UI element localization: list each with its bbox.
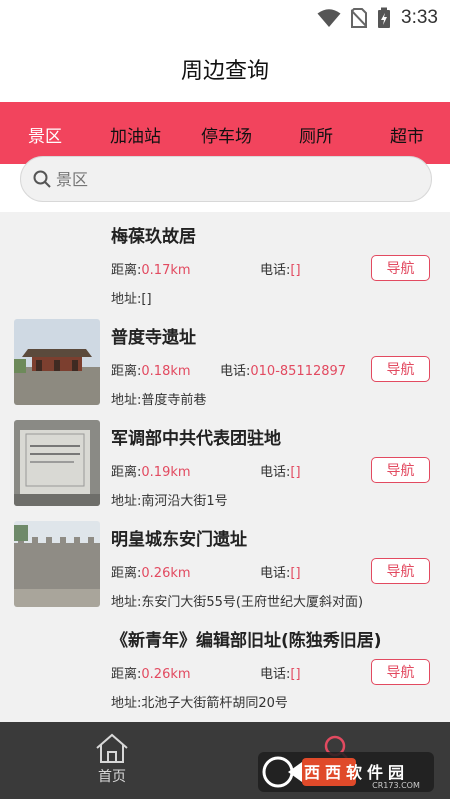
item-name: 《新青年》编辑部旧址(陈独秀旧居) [111, 631, 382, 651]
navigate-button[interactable]: 导航 [371, 356, 430, 382]
navigate-button[interactable]: 导航 [371, 457, 430, 483]
tab-gas-station[interactable]: 加油站 [110, 122, 161, 147]
svg-text:西西软件园: 西西软件园 [304, 763, 404, 782]
navigate-button[interactable]: 导航 [371, 255, 430, 281]
home-tab-label: 首页 [98, 769, 126, 785]
item-address: 地址:北池子大街箭杆胡同20号 [111, 696, 288, 711]
svg-text:CR173.COM: CR173.COM [372, 781, 420, 790]
tab-toilet[interactable]: 厕所 [299, 122, 333, 147]
item-phone: 电话:[] [260, 263, 301, 278]
item-distance: 距离:0.26km [111, 566, 191, 581]
battery-charging-icon [378, 7, 391, 28]
watermark-logo: 西西软件园 CR173.COM [258, 752, 434, 792]
category-tab-bar: 景区 加油站 停车场 厕所 超市 [0, 102, 450, 164]
list-item[interactable]: 军调部中共代表团驻地 距离:0.19km 电话:[] 导航 地址:南河沿大街1号 [0, 414, 450, 514]
status-time: 3:33 [401, 7, 438, 28]
item-name: 梅葆玖故居 [111, 227, 196, 247]
search-input[interactable] [56, 169, 396, 189]
list-item[interactable]: 梅葆玖故居 距离:0.17km 电话:[] 导航 地址:[] [0, 212, 450, 312]
list-item[interactable]: 《新青年》编辑部旧址(陈独秀旧居) 距离:0.26km 电话:[] 导航 地址:… [0, 616, 450, 716]
list-item[interactable]: 普度寺遗址 距离:0.18km 电话:010-85112897 导航 地址:普度… [0, 313, 450, 413]
page-title: 周边查询 [180, 59, 269, 84]
item-distance: 距离:0.18km [111, 364, 191, 379]
tab-scenic[interactable]: 景区 [28, 122, 62, 147]
item-address: 地址:普度寺前巷 [111, 393, 207, 408]
item-name: 明皇城东安门遗址 [111, 530, 247, 550]
item-phone: 电话:[] [260, 667, 301, 682]
item-distance: 距离:0.26km [111, 667, 191, 682]
item-name: 普度寺遗址 [111, 328, 196, 348]
city-wall-photo [14, 521, 100, 607]
no-sim-icon [351, 8, 368, 28]
stone-tablet-photo [14, 420, 100, 506]
search-icon [33, 170, 51, 188]
bottom-navigation: 首页 西西软件园 CR173.COM [0, 722, 450, 799]
item-name: 军调部中共代表团驻地 [111, 429, 281, 449]
navigate-button[interactable]: 导航 [371, 558, 430, 584]
temple-photo [14, 319, 100, 405]
item-address: 地址:[] [111, 292, 152, 307]
tab-parking[interactable]: 停车场 [201, 122, 252, 147]
home-tab[interactable]: 首页 [82, 732, 142, 786]
title-bar: 周边查询 [0, 36, 450, 102]
home-icon [96, 733, 128, 763]
poi-list: 梅葆玖故居 距离:0.17km 电话:[] 导航 地址:[] 普度寺遗址 距离:… [0, 212, 450, 722]
item-phone: 电话:010-85112897 [220, 364, 347, 379]
item-distance: 距离:0.19km [111, 465, 191, 480]
item-distance: 距离:0.17km [111, 263, 191, 278]
item-phone: 电话:[] [260, 465, 301, 480]
search-box[interactable] [20, 156, 432, 202]
item-address: 地址:东安门大街55号(王府世纪大厦斜对面) [111, 595, 364, 610]
navigate-button[interactable]: 导航 [371, 659, 430, 685]
item-address: 地址:南河沿大街1号 [111, 494, 228, 509]
status-icons: 3:33 [317, 6, 438, 30]
list-item[interactable]: 明皇城东安门遗址 距离:0.26km 电话:[] 导航 地址:东安门大街55号(… [0, 515, 450, 615]
item-phone: 电话:[] [260, 566, 301, 581]
status-bar: 3:33 [0, 0, 450, 36]
tab-supermarket[interactable]: 超市 [390, 122, 424, 147]
wifi-icon [317, 9, 341, 27]
